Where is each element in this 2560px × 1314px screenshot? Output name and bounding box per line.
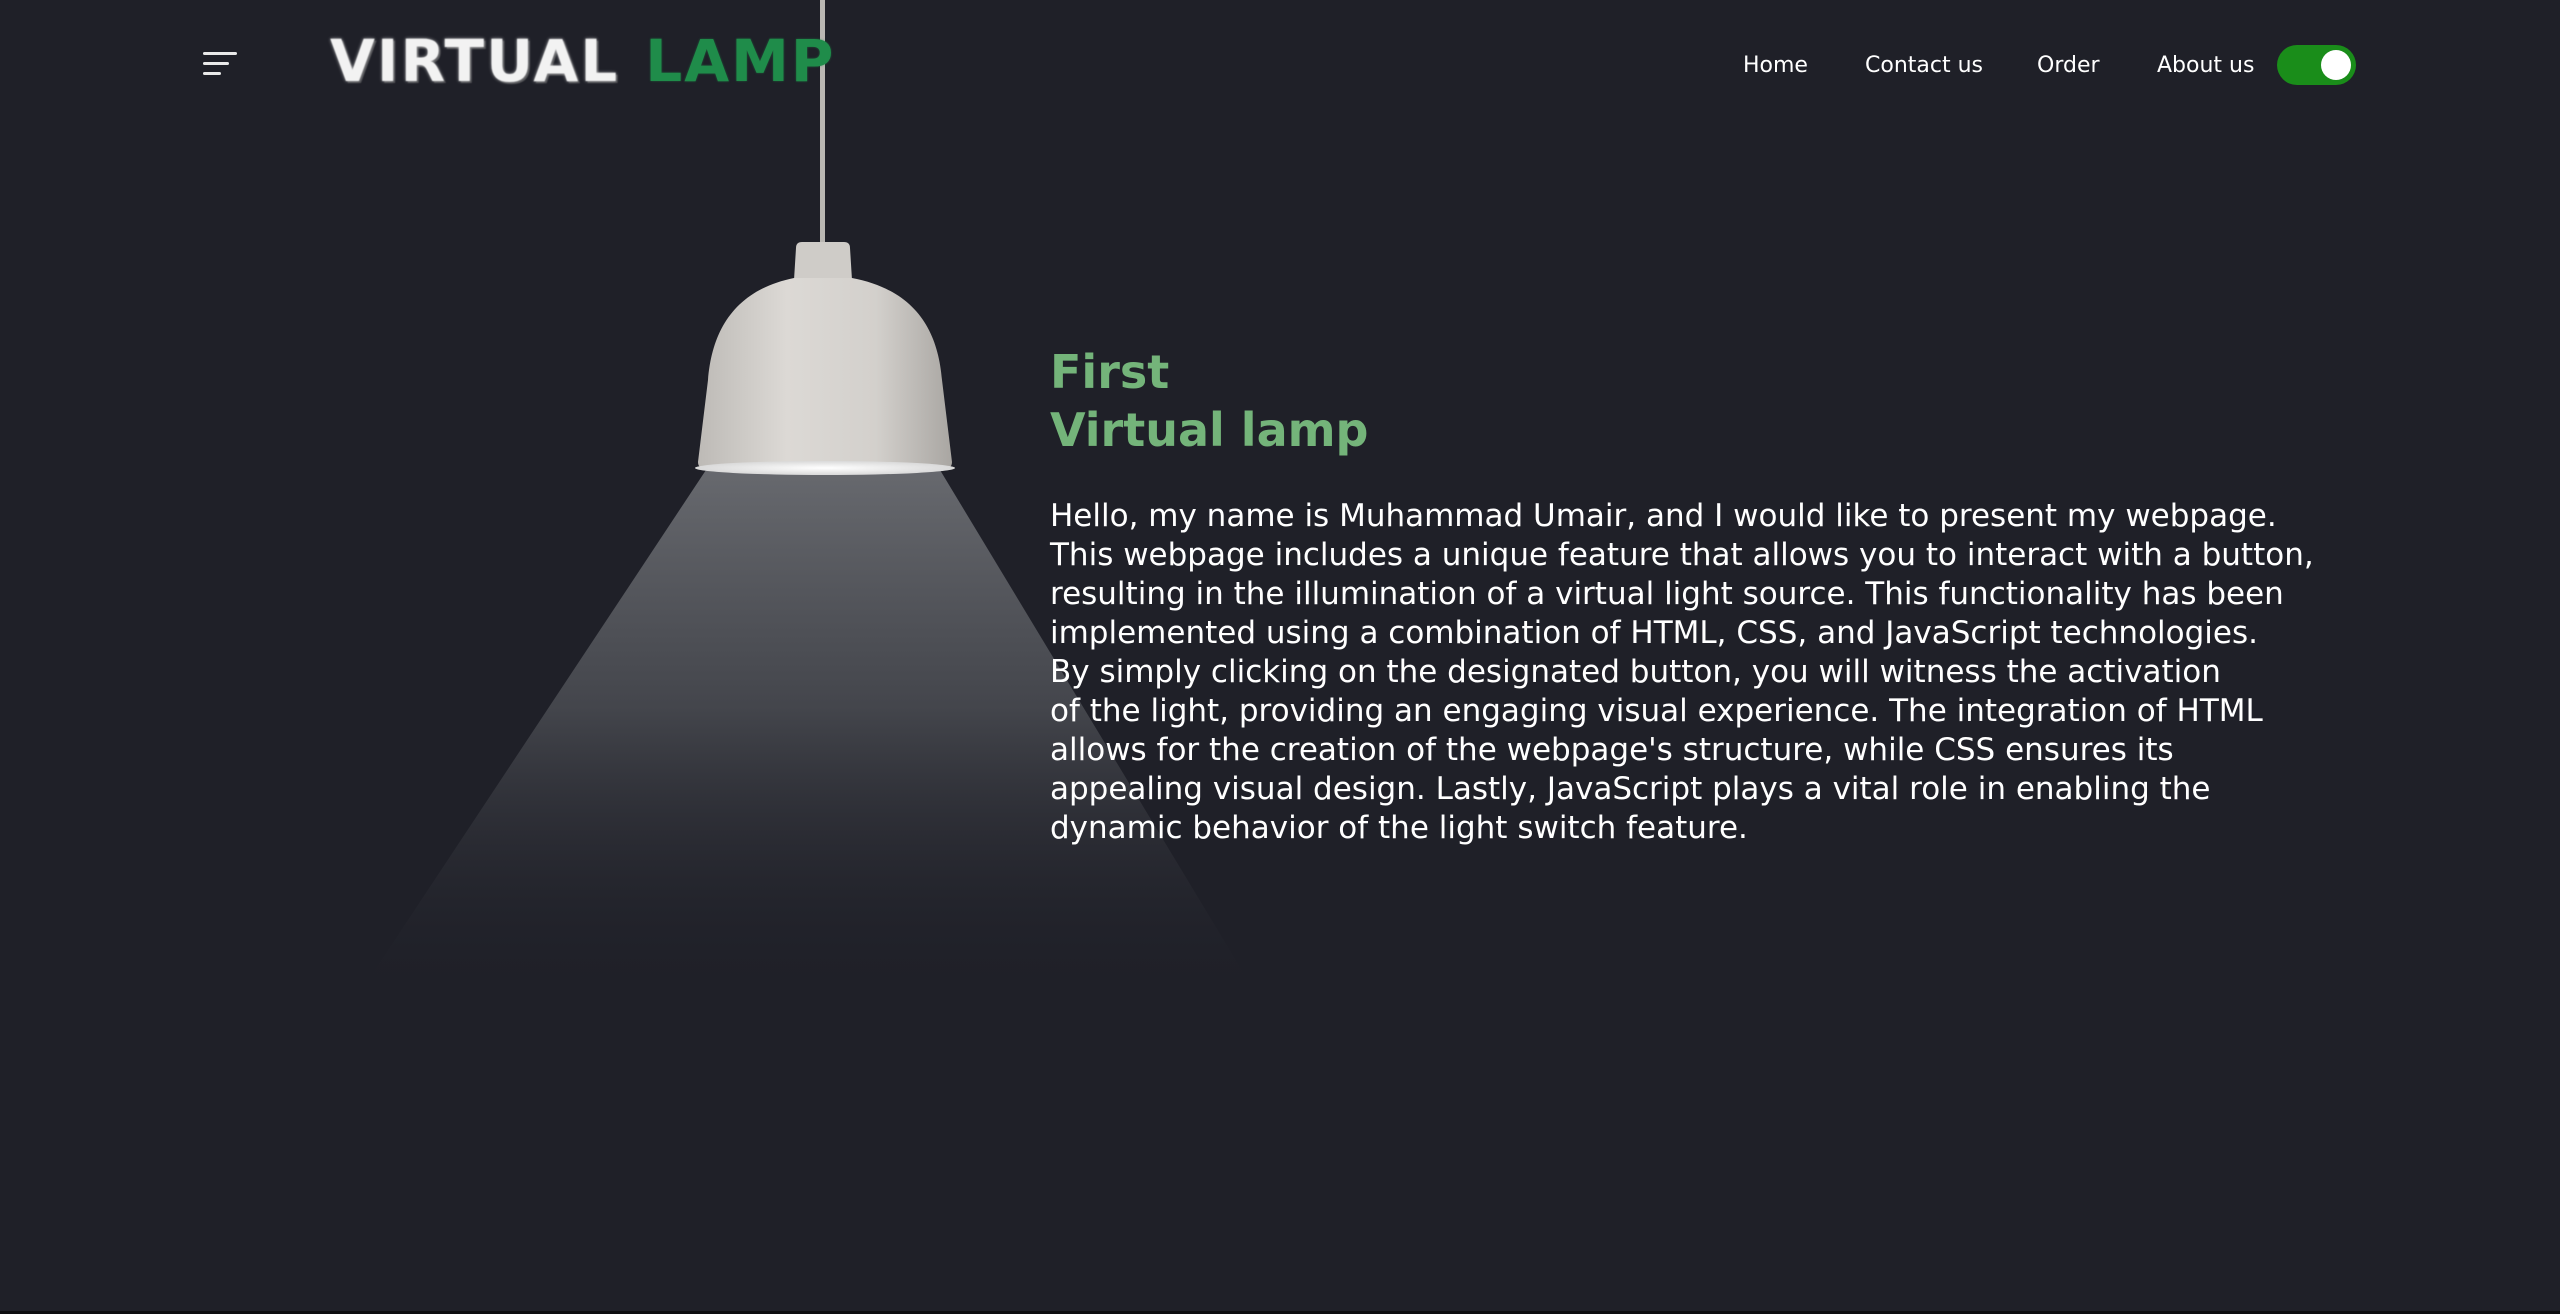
intro-line: appealing visual design. Lastly, JavaScr…: [1050, 771, 2211, 807]
site-logo[interactable]: VIRTUAL LAMP: [330, 26, 835, 96]
intro-line: of the light, providing an engaging visu…: [1050, 693, 2263, 729]
nav-contact-us[interactable]: Contact us: [1865, 48, 1983, 84]
menu-icon[interactable]: [203, 48, 237, 80]
page-title: First Virtual lamp: [1050, 343, 1950, 459]
toggle-knob: [2321, 50, 2351, 80]
intro-line: This webpage includes a unique feature t…: [1050, 537, 2314, 573]
logo-word-virtual: VIRTUAL: [330, 27, 620, 95]
nav-order[interactable]: Order: [2037, 48, 2100, 84]
intro-line: implemented using a combination of HTML,…: [1050, 615, 2258, 651]
intro-line: resulting in the illumination of a virtu…: [1050, 576, 2284, 612]
title-line-1: First: [1050, 345, 1170, 399]
title-line-2: Virtual lamp: [1050, 403, 1369, 457]
logo-word-lamp: LAMP: [645, 27, 836, 95]
intro-line: allows for the creation of the webpage's…: [1050, 732, 2174, 768]
nav-about-us[interactable]: About us: [2157, 48, 2254, 84]
light-toggle-switch[interactable]: [2277, 45, 2356, 85]
menu-line: [203, 62, 229, 65]
nav-home[interactable]: Home: [1743, 48, 1808, 84]
intro-line: Hello, my name is Muhammad Umair, and I …: [1050, 498, 2277, 534]
menu-line: [203, 72, 221, 75]
intro-line: dynamic behavior of the light switch fea…: [1050, 810, 1748, 846]
menu-line: [203, 52, 237, 55]
intro-line: By simply clicking on the designated but…: [1050, 654, 2221, 690]
intro-paragraph: Hello, my name is Muhammad Umair, and I …: [1050, 497, 2400, 848]
